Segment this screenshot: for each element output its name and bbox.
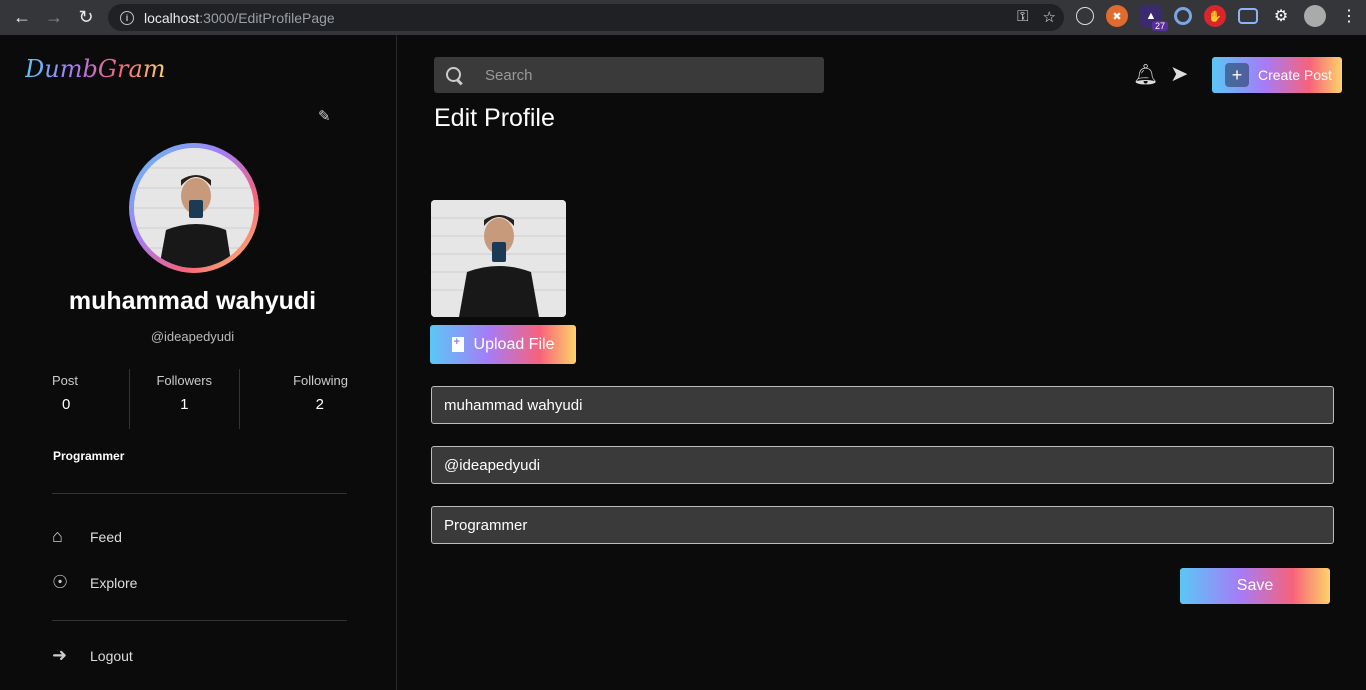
stat-value: 0 [62, 396, 71, 413]
address-bar[interactable]: i localhost:3000/EditProfilePage ⚿ ☆ [108, 4, 1064, 31]
username-field [431, 446, 1334, 484]
upload-file-button[interactable]: Upload File [430, 325, 576, 364]
edit-profile-icon[interactable]: ✎ [318, 107, 336, 125]
screen-extension-icon[interactable] [1238, 8, 1258, 24]
stat-post[interactable]: Post 0 [52, 369, 130, 429]
search-icon [445, 66, 463, 84]
logout-label: Logout [90, 647, 133, 664]
logout-icon: ➜ [52, 645, 68, 665]
notification-bell-icon[interactable]: 🔔︎ [1133, 62, 1158, 87]
home-icon: ⌂ [52, 526, 63, 546]
key-icon[interactable]: ⚿ [1017, 8, 1028, 26]
extension-badge: 27 [1151, 21, 1168, 31]
stat-following[interactable]: Following 2 [240, 369, 348, 429]
url-path: :3000/EditProfilePage [199, 9, 335, 26]
back-icon[interactable]: ← [6, 1, 38, 33]
username-input[interactable] [444, 456, 1314, 474]
sidebar: DumbGram ✎ muhammad wahyudi @ideapedyudi… [0, 35, 397, 690]
profile-stats: Post 0 Followers 1 Following 2 [52, 369, 348, 429]
stat-value: 1 [180, 396, 189, 413]
file-upload-icon [451, 336, 464, 352]
stat-value: 2 [315, 396, 324, 413]
stat-label: Post [52, 373, 79, 388]
divider [52, 493, 347, 494]
message-plane-icon[interactable]: ➤ [1170, 61, 1188, 87]
search-input[interactable] [485, 66, 805, 84]
logout-button[interactable]: ➜ Logout [52, 645, 133, 666]
plus-icon: + [1225, 63, 1249, 87]
sidebar-item-feed[interactable]: ⌂ Feed [52, 526, 122, 547]
orange-extension-icon[interactable]: ✖ [1106, 5, 1128, 27]
search-bar [434, 57, 824, 93]
stop-extension-icon[interactable]: ✋ [1204, 5, 1226, 27]
bio-field [431, 506, 1334, 544]
profile-photo-preview [431, 200, 566, 317]
profile-handle: @ideapedyudi [150, 329, 235, 344]
create-post-button[interactable]: + Create Post [1212, 57, 1342, 93]
save-button[interactable]: Save [1180, 568, 1330, 604]
sidebar-item-explore[interactable]: ☉ Explore [52, 572, 137, 593]
bookmark-star-icon[interactable]: ☆ [1043, 8, 1056, 26]
create-post-label: Create Post [1258, 67, 1332, 83]
circle-extension-icon[interactable] [1174, 7, 1192, 25]
bio-input[interactable] [444, 516, 1314, 534]
hat-extension-icon[interactable]: ▲ 27 [1140, 5, 1168, 31]
forward-icon[interactable]: → [38, 1, 70, 33]
menu-kebab-icon[interactable]: ⋮ [1338, 5, 1360, 27]
stat-followers[interactable]: Followers 1 [130, 369, 240, 429]
bulb-extension-icon[interactable] [1076, 7, 1094, 25]
name-input[interactable] [444, 396, 1314, 414]
extensions-bar: ✖ ▲ 27 ✋ ⚙ ⋮ [1076, 5, 1360, 31]
profile-name: muhammad wahyudi [68, 287, 317, 315]
divider [52, 620, 347, 621]
page-title: Edit Profile [434, 104, 555, 132]
url-host: localhost [144, 9, 200, 26]
upload-file-label: Upload File [473, 335, 555, 353]
avatar [129, 143, 259, 273]
avatar-photo [134, 148, 254, 268]
preview-photo [431, 200, 566, 317]
sidebar-item-label: Feed [90, 528, 122, 545]
puzzle-extension-icon[interactable]: ⚙ [1270, 5, 1292, 27]
profile-bio: Programmer [53, 449, 125, 463]
reload-icon[interactable]: ↻ [70, 1, 102, 33]
profile-avatar-icon[interactable] [1304, 5, 1326, 27]
name-field [431, 386, 1334, 424]
stat-label: Followers [156, 373, 213, 388]
app-logo[interactable]: DumbGram [25, 55, 166, 83]
stat-label: Following [293, 373, 348, 388]
site-info-icon[interactable]: i [120, 10, 134, 25]
browser-toolbar: ← → ↻ i localhost:3000/EditProfilePage ⚿… [0, 0, 1366, 35]
sidebar-item-label: Explore [90, 574, 138, 591]
compass-icon: ☉ [52, 572, 69, 592]
